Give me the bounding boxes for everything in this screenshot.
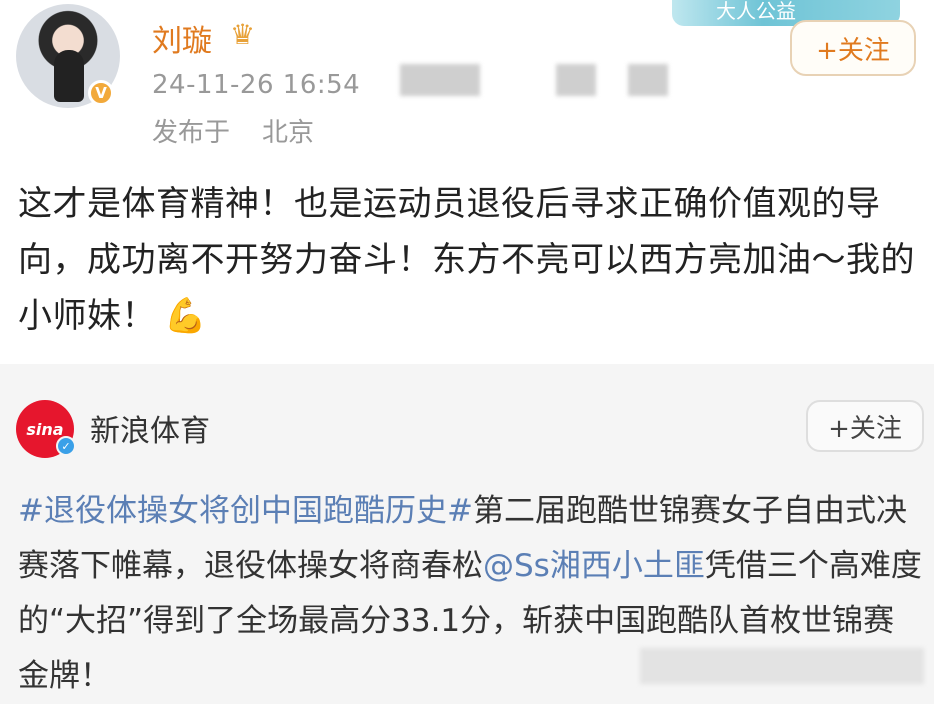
- author-name[interactable]: 刘璇: [152, 16, 212, 60]
- mention-link[interactable]: @Ss湘西小土匪: [483, 548, 705, 584]
- avatar-figure: [54, 50, 84, 102]
- post-location: 北京: [262, 118, 315, 148]
- location-prefix: 发布于: [152, 118, 231, 148]
- repost-follow-button[interactable]: +关注: [806, 400, 924, 452]
- flexed-biceps-icon: 💪: [164, 296, 207, 336]
- redacted-block: [628, 64, 668, 96]
- redacted-block: [640, 648, 924, 684]
- follow-button[interactable]: +关注: [790, 20, 916, 76]
- repost-author-name[interactable]: 新浪体育: [90, 406, 210, 450]
- redacted-block: [400, 64, 480, 96]
- verified-badge-icon: V: [88, 80, 114, 106]
- crown-icon: ♛: [230, 18, 256, 51]
- verified-blue-icon: ✓: [56, 436, 76, 456]
- redacted-block: [556, 64, 596, 96]
- post-body: 这才是体育精神！也是运动员退役后寻求正确价值观的导向，成功离不开努力奋斗！东方不…: [18, 176, 923, 344]
- post-body-text: 这才是体育精神！也是运动员退役后寻求正确价值观的导向，成功离不开努力奋斗！东方不…: [18, 184, 915, 336]
- post-timestamp: 24-11-26 16:54: [152, 70, 361, 100]
- hashtag-link[interactable]: #退役体操女将创中国跑酷历史#: [18, 493, 473, 529]
- weibo-post: 大人公益 V 刘璇 ♛ 24-11-26 16:54 发布于 北京 +关注 这才…: [0, 0, 934, 360]
